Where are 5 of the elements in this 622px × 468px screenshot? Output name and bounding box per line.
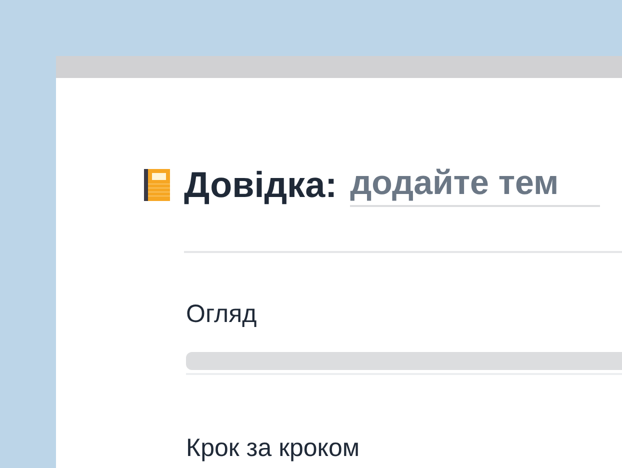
topic-field[interactable]: додайте тем bbox=[350, 162, 600, 207]
notebook-icon bbox=[143, 168, 171, 202]
page-title: Довідка: bbox=[184, 163, 338, 207]
section-heading: Крок за кроком bbox=[186, 433, 361, 464]
section-heading: Огляд bbox=[186, 299, 258, 330]
